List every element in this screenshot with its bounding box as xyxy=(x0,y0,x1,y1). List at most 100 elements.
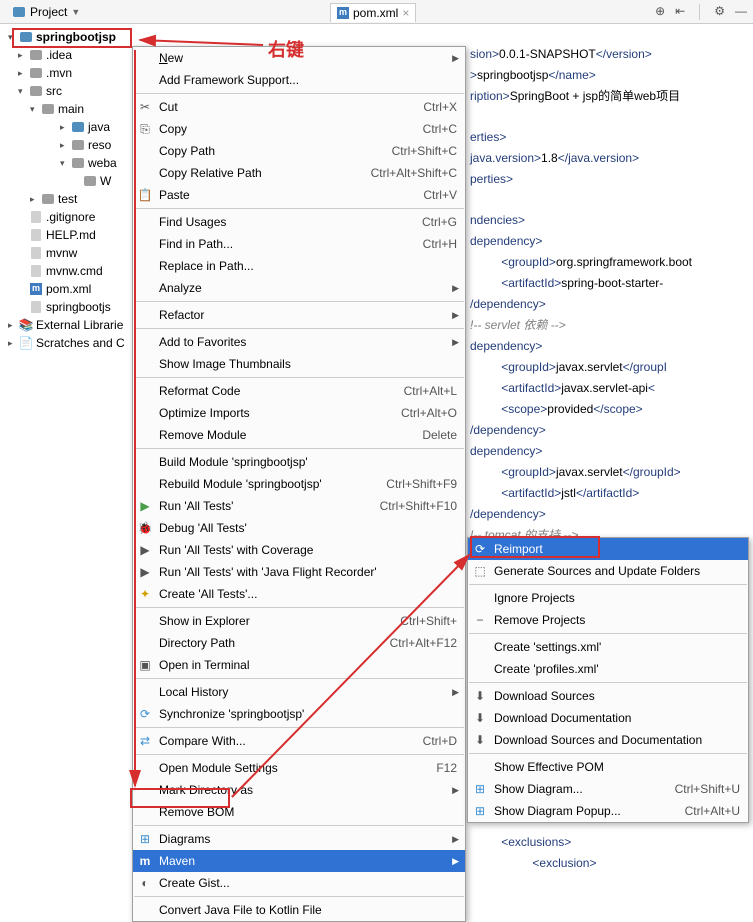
submenu-dl-both[interactable]: ⬇Download Sources and Documentation xyxy=(468,729,748,751)
menu-find-usages[interactable]: Find UsagesCtrl+G xyxy=(133,211,465,233)
menu-refactor[interactable]: Refactor▶ xyxy=(133,304,465,326)
menu-separator xyxy=(469,753,747,754)
submenu-dl-doc[interactable]: ⬇Download Documentation xyxy=(468,707,748,729)
menu-cut[interactable]: ✂CutCtrl+X xyxy=(133,96,465,118)
menu-separator xyxy=(134,754,464,755)
menu-dir-path[interactable]: Directory PathCtrl+Alt+F12 xyxy=(133,632,465,654)
menu-open-terminal[interactable]: ▣Open in Terminal xyxy=(133,654,465,676)
menu-run[interactable]: ▶Run 'All Tests'Ctrl+Shift+F10 xyxy=(133,495,465,517)
menu-maven[interactable]: mMaven▶ xyxy=(133,850,465,872)
tree-gitignore[interactable]: .gitignore xyxy=(0,208,145,226)
tree-mvn[interactable]: ▸.mvn xyxy=(0,64,145,82)
submenu-reimport[interactable]: ⟳Reimport xyxy=(468,538,748,560)
menu-convert-kotlin[interactable]: Convert Java File to Kotlin File xyxy=(133,899,465,921)
menu-separator xyxy=(134,328,464,329)
menu-remove-bom[interactable]: Remove BOM xyxy=(133,801,465,823)
target-icon[interactable]: ⊕ xyxy=(655,4,665,20)
menu-show-explorer[interactable]: Show in ExplorerCtrl+Shift+ xyxy=(133,610,465,632)
submenu-gen-sources[interactable]: ⬚Generate Sources and Update Folders xyxy=(468,560,748,582)
maven-submenu: ⟳Reimport ⬚Generate Sources and Update F… xyxy=(467,537,749,823)
menu-copy-path[interactable]: Copy PathCtrl+Shift+C xyxy=(133,140,465,162)
gear-icon[interactable]: ⚙ xyxy=(714,4,725,20)
download-icon: ⬇ xyxy=(472,688,488,704)
jfr-icon: ▶ xyxy=(137,564,153,580)
chevron-down-icon: ▼ xyxy=(71,7,80,17)
tree-pom[interactable]: mpom.xml xyxy=(0,280,145,298)
minus-icon: − xyxy=(472,612,488,628)
menu-analyze[interactable]: Analyze▶ xyxy=(133,277,465,299)
menu-optimize-imports[interactable]: Optimize ImportsCtrl+Alt+O xyxy=(133,402,465,424)
maven-icon: m xyxy=(137,853,153,869)
tree-idea[interactable]: ▸.idea xyxy=(0,46,145,64)
menu-replace-in-path[interactable]: Replace in Path... xyxy=(133,255,465,277)
menu-local-history[interactable]: Local History▶ xyxy=(133,681,465,703)
submenu-remove[interactable]: −Remove Projects xyxy=(468,609,748,631)
tree-iml[interactable]: springbootjs xyxy=(0,298,145,316)
tree-java[interactable]: ▸java xyxy=(0,118,145,136)
menu-create-tests[interactable]: ✦Create 'All Tests'... xyxy=(133,583,465,605)
close-icon[interactable]: × xyxy=(402,6,409,20)
menu-separator xyxy=(134,825,464,826)
tree-extlib[interactable]: ▸📚External Librarie xyxy=(0,316,145,334)
menu-synchronize[interactable]: ⟳Synchronize 'springbootjsp' xyxy=(133,703,465,725)
paste-icon: 📋 xyxy=(137,187,153,203)
submenu-create-profiles[interactable]: Create 'profiles.xml' xyxy=(468,658,748,680)
menu-compare[interactable]: ⇄Compare With...Ctrl+D xyxy=(133,730,465,752)
menu-copy[interactable]: ⎘CopyCtrl+C xyxy=(133,118,465,140)
project-label: Project xyxy=(30,5,67,19)
project-icon xyxy=(12,5,26,19)
menu-mark-directory[interactable]: Mark Directory as▶ xyxy=(133,779,465,801)
tree-mvnw[interactable]: mvnw xyxy=(0,244,145,262)
menu-separator xyxy=(134,448,464,449)
collapse-icon[interactable]: ⇤ xyxy=(675,4,685,20)
tree-src[interactable]: ▾src xyxy=(0,82,145,100)
tree-resources[interactable]: ▸reso xyxy=(0,136,145,154)
menu-build[interactable]: Build Module 'springbootjsp' xyxy=(133,451,465,473)
menu-debug[interactable]: 🐞Debug 'All Tests' xyxy=(133,517,465,539)
menu-remove-module[interactable]: Remove ModuleDelete xyxy=(133,424,465,446)
tree-mvnwcmd[interactable]: mvnw.cmd xyxy=(0,262,145,280)
hide-icon[interactable]: — xyxy=(735,4,747,20)
tree-main[interactable]: ▾main xyxy=(0,100,145,118)
menu-paste[interactable]: 📋PasteCtrl+V xyxy=(133,184,465,206)
menu-open-module-settings[interactable]: Open Module SettingsF12 xyxy=(133,757,465,779)
menu-separator xyxy=(469,633,747,634)
menu-show-thumbnails[interactable]: Show Image Thumbnails xyxy=(133,353,465,375)
tree-help[interactable]: HELP.md xyxy=(0,226,145,244)
submenu-arrow-icon: ▶ xyxy=(452,785,459,796)
copy-icon: ⎘ xyxy=(137,121,153,137)
submenu-arrow-icon: ▶ xyxy=(452,310,459,321)
menu-add-favorites[interactable]: Add to Favorites▶ xyxy=(133,331,465,353)
tree-test[interactable]: ▸test xyxy=(0,190,145,208)
generate-icon: ⬚ xyxy=(472,563,488,579)
menu-rebuild[interactable]: Rebuild Module 'springbootjsp'Ctrl+Shift… xyxy=(133,473,465,495)
maven-file-icon: m xyxy=(337,7,349,19)
menu-add-framework[interactable]: Add Framework Support... xyxy=(133,69,465,91)
project-dropdown[interactable]: Project ▼ xyxy=(6,3,86,21)
menu-find-in-path[interactable]: Find in Path...Ctrl+H xyxy=(133,233,465,255)
submenu-create-settings[interactable]: Create 'settings.xml' xyxy=(468,636,748,658)
tree-w[interactable]: W xyxy=(0,172,145,190)
submenu-dl-sources[interactable]: ⬇Download Sources xyxy=(468,685,748,707)
menu-reformat[interactable]: Reformat CodeCtrl+Alt+L xyxy=(133,380,465,402)
menu-create-gist[interactable]: ◐Create Gist... xyxy=(133,872,465,894)
submenu-show-diagram[interactable]: ⊞Show Diagram...Ctrl+Shift+U xyxy=(468,778,748,800)
submenu-show-pom[interactable]: Show Effective POM xyxy=(468,756,748,778)
menu-separator xyxy=(469,584,747,585)
tab-pom[interactable]: m pom.xml × xyxy=(330,3,416,22)
menu-run-coverage[interactable]: ▶Run 'All Tests' with Coverage xyxy=(133,539,465,561)
tree-root[interactable]: ▾springbootjsp xyxy=(0,28,145,46)
tree-webapp[interactable]: ▾weba xyxy=(0,154,145,172)
menu-separator xyxy=(469,682,747,683)
submenu-arrow-icon: ▶ xyxy=(452,283,459,294)
menu-new[interactable]: New▶ xyxy=(133,47,465,69)
menu-run-jfr[interactable]: ▶Run 'All Tests' with 'Java Flight Recor… xyxy=(133,561,465,583)
submenu-show-diagram-popup[interactable]: ⊞Show Diagram Popup...Ctrl+Alt+U xyxy=(468,800,748,822)
code-editor[interactable]: sion>0.0.1-SNAPSHOT</version> >springboo… xyxy=(470,24,753,546)
menu-copy-relative[interactable]: Copy Relative PathCtrl+Alt+Shift+C xyxy=(133,162,465,184)
tree-scratches[interactable]: ▸📄Scratches and C xyxy=(0,334,145,352)
submenu-ignore[interactable]: Ignore Projects xyxy=(468,587,748,609)
menu-separator xyxy=(134,678,464,679)
run-icon: ▶ xyxy=(137,498,153,514)
menu-diagrams[interactable]: ⊞Diagrams▶ xyxy=(133,828,465,850)
